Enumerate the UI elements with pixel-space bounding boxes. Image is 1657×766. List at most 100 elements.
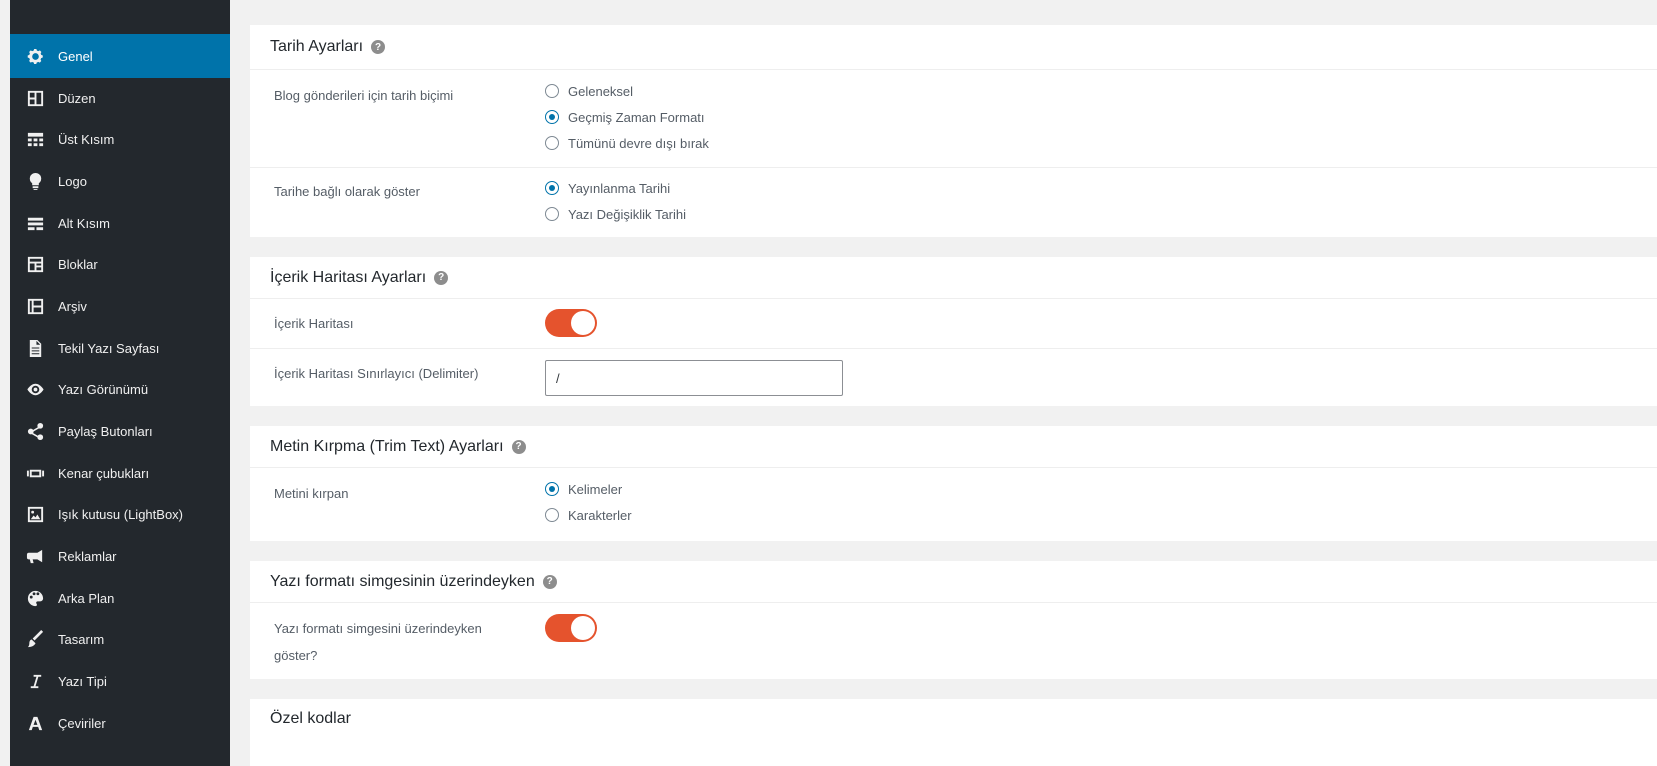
help-icon[interactable]: ? [511,439,526,454]
breadcrumb-enable-label: İçerik Haritası [274,316,354,331]
section-header: Yazı formatı simgesinin üzerindeyken ? [250,561,1657,603]
breadcrumb-delimiter-label: İçerik Haritası Sınırlayıcı (Delimiter) [274,366,479,381]
share-icon [24,420,46,442]
sidebar-item-tekil-yazi[interactable]: Tekil Yazı Sayfası [10,326,230,370]
radio-button[interactable] [545,84,559,98]
radio-option[interactable]: Yazı Değişiklik Tarihi [545,201,686,227]
date-format-label: Blog gönderileri için tarih biçimi [274,88,454,103]
header-grid-icon [24,128,46,150]
breadcrumb-settings-section: İçerik Haritası Ayarları ? İçerik Harita… [250,257,1657,406]
sidebar-item-lightbox[interactable]: Işık kutusu (LightBox) [10,492,230,536]
eye-icon [24,378,46,400]
italic-icon [24,670,46,692]
radio-label: Geleneksel [568,83,634,99]
toggle-knob [571,616,595,640]
date-show-row: Tarihe bağlı olarak göster Yayınlanma Ta… [250,168,1657,238]
sidebar-item-label: Düzen [58,90,96,106]
sidebar-item-ceviriler[interactable]: Çeviriler [10,701,230,745]
sidebar-item-alt-kisim[interactable]: Alt Kısım [10,201,230,245]
sidebar-item-ust-kisim[interactable]: Üst Kısım [10,117,230,161]
sidebar-item-label: Alt Kısım [58,215,111,231]
archive-icon [24,295,46,317]
radio-button-checked[interactable] [545,482,559,496]
date-settings-section: Tarih Ayarları ? Blog gönderileri için t… [250,25,1657,237]
toggle-knob [571,311,595,335]
radio-option[interactable]: Karakterler [545,502,632,528]
date-format-radio-group: Geleneksel Geçmiş Zaman Formatı Tümünü d… [545,78,709,156]
radio-button[interactable] [545,136,559,150]
breadcrumb-toggle[interactable] [545,309,597,337]
section-title: Yazı formatı simgesinin üzerindeyken [270,572,535,590]
section-title: İçerik Haritası Ayarları [270,268,427,286]
sidebar-item-yazi-gorunumu[interactable]: Yazı Görünümü [10,367,230,411]
section-header: Özel kodlar [250,699,1657,739]
sidebar-item-label: Arka Plan [58,590,115,606]
sidebar-item-tasarim[interactable]: Tasarım [10,617,230,661]
trim-mode-label: Metini kırpan [274,486,349,501]
radio-option[interactable]: Kelimeler [545,476,632,502]
sidebar-item-label: Tasarım [58,631,105,647]
help-icon[interactable]: ? [434,270,449,285]
radio-button-checked[interactable] [545,110,559,124]
trim-mode-row: Metini kırpan Kelimeler Karakterler [250,468,1657,541]
sidebar-item-label: Yazı Tipi [58,673,107,689]
document-icon [24,337,46,359]
image-icon [24,503,46,525]
sidebar-item-arsiv[interactable]: Arşiv [10,284,230,328]
sidebar-item-genel[interactable]: Genel [10,34,230,78]
translate-icon [24,712,46,734]
layout-icon [24,87,46,109]
format-icon-show-row: Yazı formatı simgesini üzerindeyken göst… [250,603,1657,679]
radio-option[interactable]: Geçmiş Zaman Formatı [545,104,709,130]
settings-sidebar: Genel Düzen Üst Kısım Logo Alt Kısım Blo… [10,0,230,766]
sidebar-item-label: Paylaş Butonları [58,423,153,439]
breadcrumb-delimiter-control [545,360,843,396]
radio-button-checked[interactable] [545,181,559,195]
radio-option[interactable]: Geleneksel [545,78,709,104]
radio-label: Tümünü devre dışı bırak [568,135,709,151]
radio-label: Kelimeler [568,481,623,497]
radio-label: Karakterler [568,507,632,523]
toggle-switch-on[interactable] [545,309,597,337]
format-icon-settings-section: Yazı formatı simgesinin üzerindeyken ? Y… [250,561,1657,679]
sidebar-item-label: Işık kutusu (LightBox) [58,506,183,522]
sidebar-icon [24,462,46,484]
toggle-switch-on[interactable] [545,614,597,642]
sidebar-item-yazi-tipi[interactable]: Yazı Tipi [10,659,230,703]
radio-button[interactable] [545,508,559,522]
palette-icon [24,587,46,609]
sidebar-item-label: Üst Kısım [58,131,115,147]
format-icon-toggle[interactable] [545,614,597,642]
gear-icon [24,45,46,67]
breadcrumb-delimiter-row: İçerik Haritası Sınırlayıcı (Delimiter) [250,349,1657,406]
left-gutter [0,0,10,766]
trim-text-settings-section: Metin Kırpma (Trim Text) Ayarları ? Meti… [250,426,1657,541]
sidebar-item-bloklar[interactable]: Bloklar [10,242,230,286]
sidebar-item-arka-plan[interactable]: Arka Plan [10,576,230,620]
help-icon[interactable]: ? [542,574,557,589]
sidebar-item-label: Logo [58,173,87,189]
sidebar-item-reklamlar[interactable]: Reklamlar [10,534,230,578]
sidebar-item-kenar[interactable]: Kenar çubukları [10,451,230,495]
date-show-label: Tarihe bağlı olarak göster [274,184,420,199]
radio-label: Yayınlanma Tarihi [568,180,671,196]
brush-icon [24,628,46,650]
megaphone-icon [24,545,46,567]
delimiter-input[interactable] [545,360,843,396]
breadcrumb-enable-row: İçerik Haritası [250,299,1657,349]
sidebar-item-label: Yazı Görünümü [58,381,149,397]
radio-option[interactable]: Yayınlanma Tarihi [545,175,686,201]
sidebar-item-label: Kenar çubukları [58,465,150,481]
custom-codes-section: Özel kodlar [250,699,1657,766]
help-icon[interactable]: ? [371,40,386,54]
trim-mode-radio-group: Kelimeler Karakterler [545,476,632,528]
radio-label: Geçmiş Zaman Formatı [568,109,705,125]
sidebar-item-logo[interactable]: Logo [10,159,230,203]
sidebar-item-paylas[interactable]: Paylaş Butonları [10,409,230,453]
radio-button[interactable] [545,207,559,221]
sidebar-item-label: Çeviriler [58,715,106,731]
blocks-icon [24,253,46,275]
sidebar-item-duzen[interactable]: Düzen [10,76,230,120]
format-icon-show-label: Yazı formatı simgesini üzerindeyken göst… [274,621,482,663]
radio-option[interactable]: Tümünü devre dışı bırak [545,130,709,156]
